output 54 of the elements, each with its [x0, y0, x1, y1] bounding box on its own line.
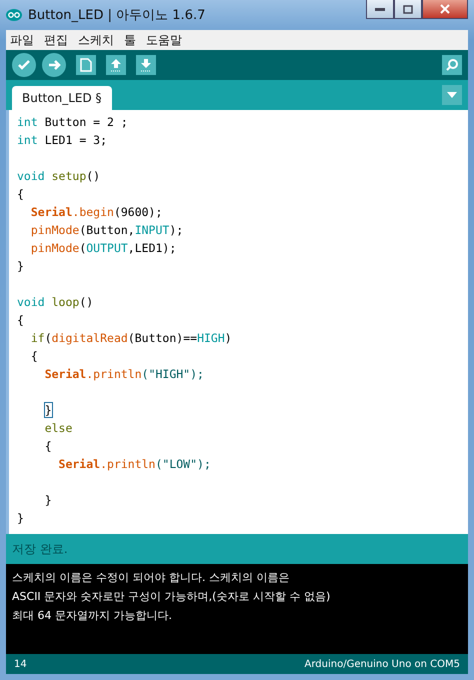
magnifier-icon	[445, 58, 459, 72]
minimize-icon	[375, 7, 385, 11]
save-button[interactable]	[136, 55, 156, 75]
new-button[interactable]	[76, 55, 96, 75]
status-message: 저장 완료.	[12, 540, 68, 558]
menu-item[interactable]: 편집	[44, 32, 68, 48]
window-title: Button_LED | 아두이노 1.6.7	[28, 7, 206, 24]
maximize-button[interactable]	[394, 0, 422, 19]
tab-menu-button[interactable]	[442, 85, 462, 105]
code-editor[interactable]	[6, 110, 468, 534]
code-line: {	[17, 186, 25, 203]
menu-item[interactable]: 파일	[10, 32, 34, 48]
arrow-down-icon	[140, 58, 152, 72]
infinity-logo-icon	[6, 9, 22, 21]
code-line: {	[17, 312, 25, 329]
code-line: int Button = 2 ;	[17, 114, 129, 131]
code-line: int LED1 = 3;	[17, 132, 108, 149]
arrow-up-icon	[110, 58, 122, 72]
close-button[interactable]	[422, 0, 468, 19]
code-line: }	[44, 492, 53, 509]
editor-tab[interactable]: Button_LED §	[12, 86, 112, 110]
code-line: }	[17, 510, 25, 527]
open-button[interactable]	[106, 55, 126, 75]
code-line: {	[44, 438, 53, 455]
code-line: else	[44, 420, 74, 437]
board-port-label: Arduino/Genuino Uno on COM5	[304, 658, 460, 670]
triangle-down-icon	[447, 92, 457, 98]
code-line: Serial.begin(9600);	[30, 204, 164, 221]
document-icon	[80, 58, 92, 72]
checkmark-icon	[17, 58, 31, 72]
console-line: 스케치의 이름은 수정이 되어야 합니다. 스케치의 이름은	[12, 570, 290, 586]
code-line: }	[17, 258, 25, 275]
upload-button[interactable]	[42, 53, 66, 77]
code-line: {	[30, 348, 39, 365]
code-line: if(digitalRead(Button)==HIGH)	[30, 330, 233, 347]
code-line: Serial.println("HIGH");	[44, 366, 205, 383]
maximize-icon	[403, 4, 413, 14]
code-line: void setup()	[17, 168, 102, 185]
serial-monitor-button[interactable]	[442, 55, 462, 75]
minimize-button[interactable]	[366, 0, 394, 19]
menu-item[interactable]: 툴	[124, 32, 136, 48]
code-line: Serial.println("LOW");	[58, 456, 212, 473]
verify-button[interactable]	[12, 53, 36, 77]
close-icon	[440, 4, 450, 14]
arrow-right-icon	[47, 58, 61, 72]
line-number: 14	[14, 658, 27, 670]
console-line: ASCII 문자와 숫자로만 구성이 가능하며,(숫자로 시작할 수 없음)	[12, 589, 332, 605]
code-line: pinMode(OUTPUT,LED1);	[30, 240, 178, 257]
code-line: void loop()	[17, 294, 94, 311]
code-line: pinMode(Button,INPUT);	[30, 222, 184, 239]
menu-item[interactable]: 스케치	[78, 32, 114, 48]
code-line: }	[44, 402, 53, 419]
menu-item[interactable]: 도움말	[146, 32, 182, 48]
console-line: 최대 64 문자열까지 가능합니다.	[12, 608, 173, 624]
